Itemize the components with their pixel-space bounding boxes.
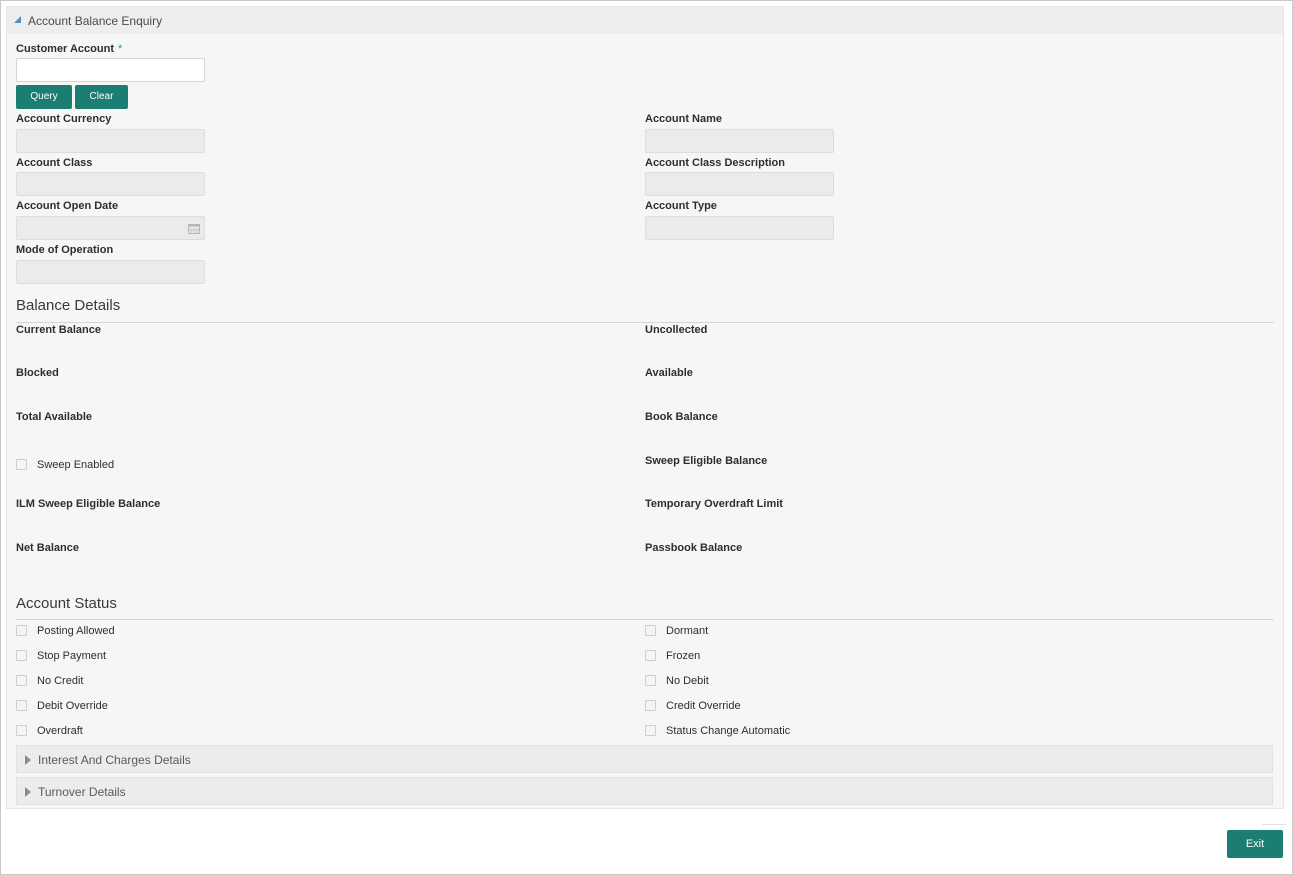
overdraft-label: Overdraft [37,725,83,737]
required-marker: * [118,43,123,55]
turnover-label: Turnover Details [38,785,126,799]
account-currency-field [16,129,205,153]
dormant-checkbox[interactable] [645,625,656,636]
sweep-enabled-label: Sweep Enabled [37,459,115,471]
account-class-field [16,172,205,196]
query-button[interactable]: Query [16,85,72,109]
debit-override-label: Debit Override [37,700,108,712]
clear-button[interactable]: Clear [75,85,128,109]
overdraft-checkbox[interactable] [16,725,27,736]
sweep-enabled-checkbox[interactable] [16,459,27,470]
available-label: Available [645,367,693,379]
account-type-field [645,216,834,240]
balance-details-title: Balance Details [16,297,121,314]
calendar-icon[interactable] [188,223,200,234]
debit-override-checkbox[interactable] [16,700,27,711]
dormant-label: Dormant [666,625,709,637]
blocked-label: Blocked [16,367,59,379]
book-balance-label: Book Balance [645,411,718,423]
passbook-balance-label: Passbook Balance [645,542,743,554]
interest-charges-label: Interest And Charges Details [38,753,191,767]
panel-title: Account Balance Enquiry [28,14,163,28]
credit-override-checkbox[interactable] [645,700,656,711]
section-divider [16,619,1274,620]
posting-allowed-checkbox[interactable] [16,625,27,636]
account-name-label: Account Name [645,113,723,125]
status-change-automatic-label: Status Change Automatic [666,725,791,737]
exit-button[interactable]: Exit [1227,830,1283,858]
account-name-field [645,129,834,153]
sweep-eligible-balance-label: Sweep Eligible Balance [645,455,768,467]
status-change-automatic-checkbox[interactable] [645,725,656,736]
mode-of-operation-field [16,260,205,284]
triangle-right-icon [25,787,31,797]
credit-override-label: Credit Override [666,700,741,712]
account-class-description-field [645,172,834,196]
uncollected-label: Uncollected [645,324,708,336]
posting-allowed-label: Posting Allowed [37,625,115,637]
customer-account-input[interactable] [16,58,205,82]
account-balance-enquiry-panel: Account Balance Enquiry [6,6,1284,809]
footer-divider [1262,824,1286,825]
frozen-label: Frozen [666,650,701,662]
temporary-overdraft-limit-label: Temporary Overdraft Limit [645,498,783,510]
current-balance-label: Current Balance [16,324,101,336]
account-class-label: Account Class [16,157,93,169]
no-debit-label: No Debit [666,675,709,687]
triangle-right-icon [25,755,31,765]
frozen-checkbox[interactable] [645,650,656,661]
account-class-description-label: Account Class Description [645,157,785,169]
net-balance-label: Net Balance [16,542,79,554]
turnover-section-toggle[interactable]: Turnover Details [16,777,1273,805]
no-credit-checkbox[interactable] [16,675,27,686]
account-type-label: Account Type [645,200,717,212]
interest-charges-section-toggle[interactable]: Interest And Charges Details [16,745,1273,773]
no-credit-label: No Credit [37,675,84,687]
ilm-sweep-eligible-balance-label: ILM Sweep Eligible Balance [16,498,161,510]
no-debit-checkbox[interactable] [645,675,656,686]
section-divider [16,322,1274,323]
collapse-triangle-icon[interactable] [14,16,21,23]
panel-header[interactable]: Account Balance Enquiry [7,7,1283,34]
stop-payment-label: Stop Payment [37,650,107,662]
stop-payment-checkbox[interactable] [16,650,27,661]
account-status-title: Account Status [16,595,117,612]
total-available-label: Total Available [16,411,93,423]
account-open-date-label: Account Open Date [16,200,119,212]
mode-of-operation-label: Mode of Operation [16,244,114,256]
customer-account-label: Customer Account * [16,43,123,55]
account-currency-label: Account Currency [16,113,112,125]
account-open-date-field [16,216,205,240]
